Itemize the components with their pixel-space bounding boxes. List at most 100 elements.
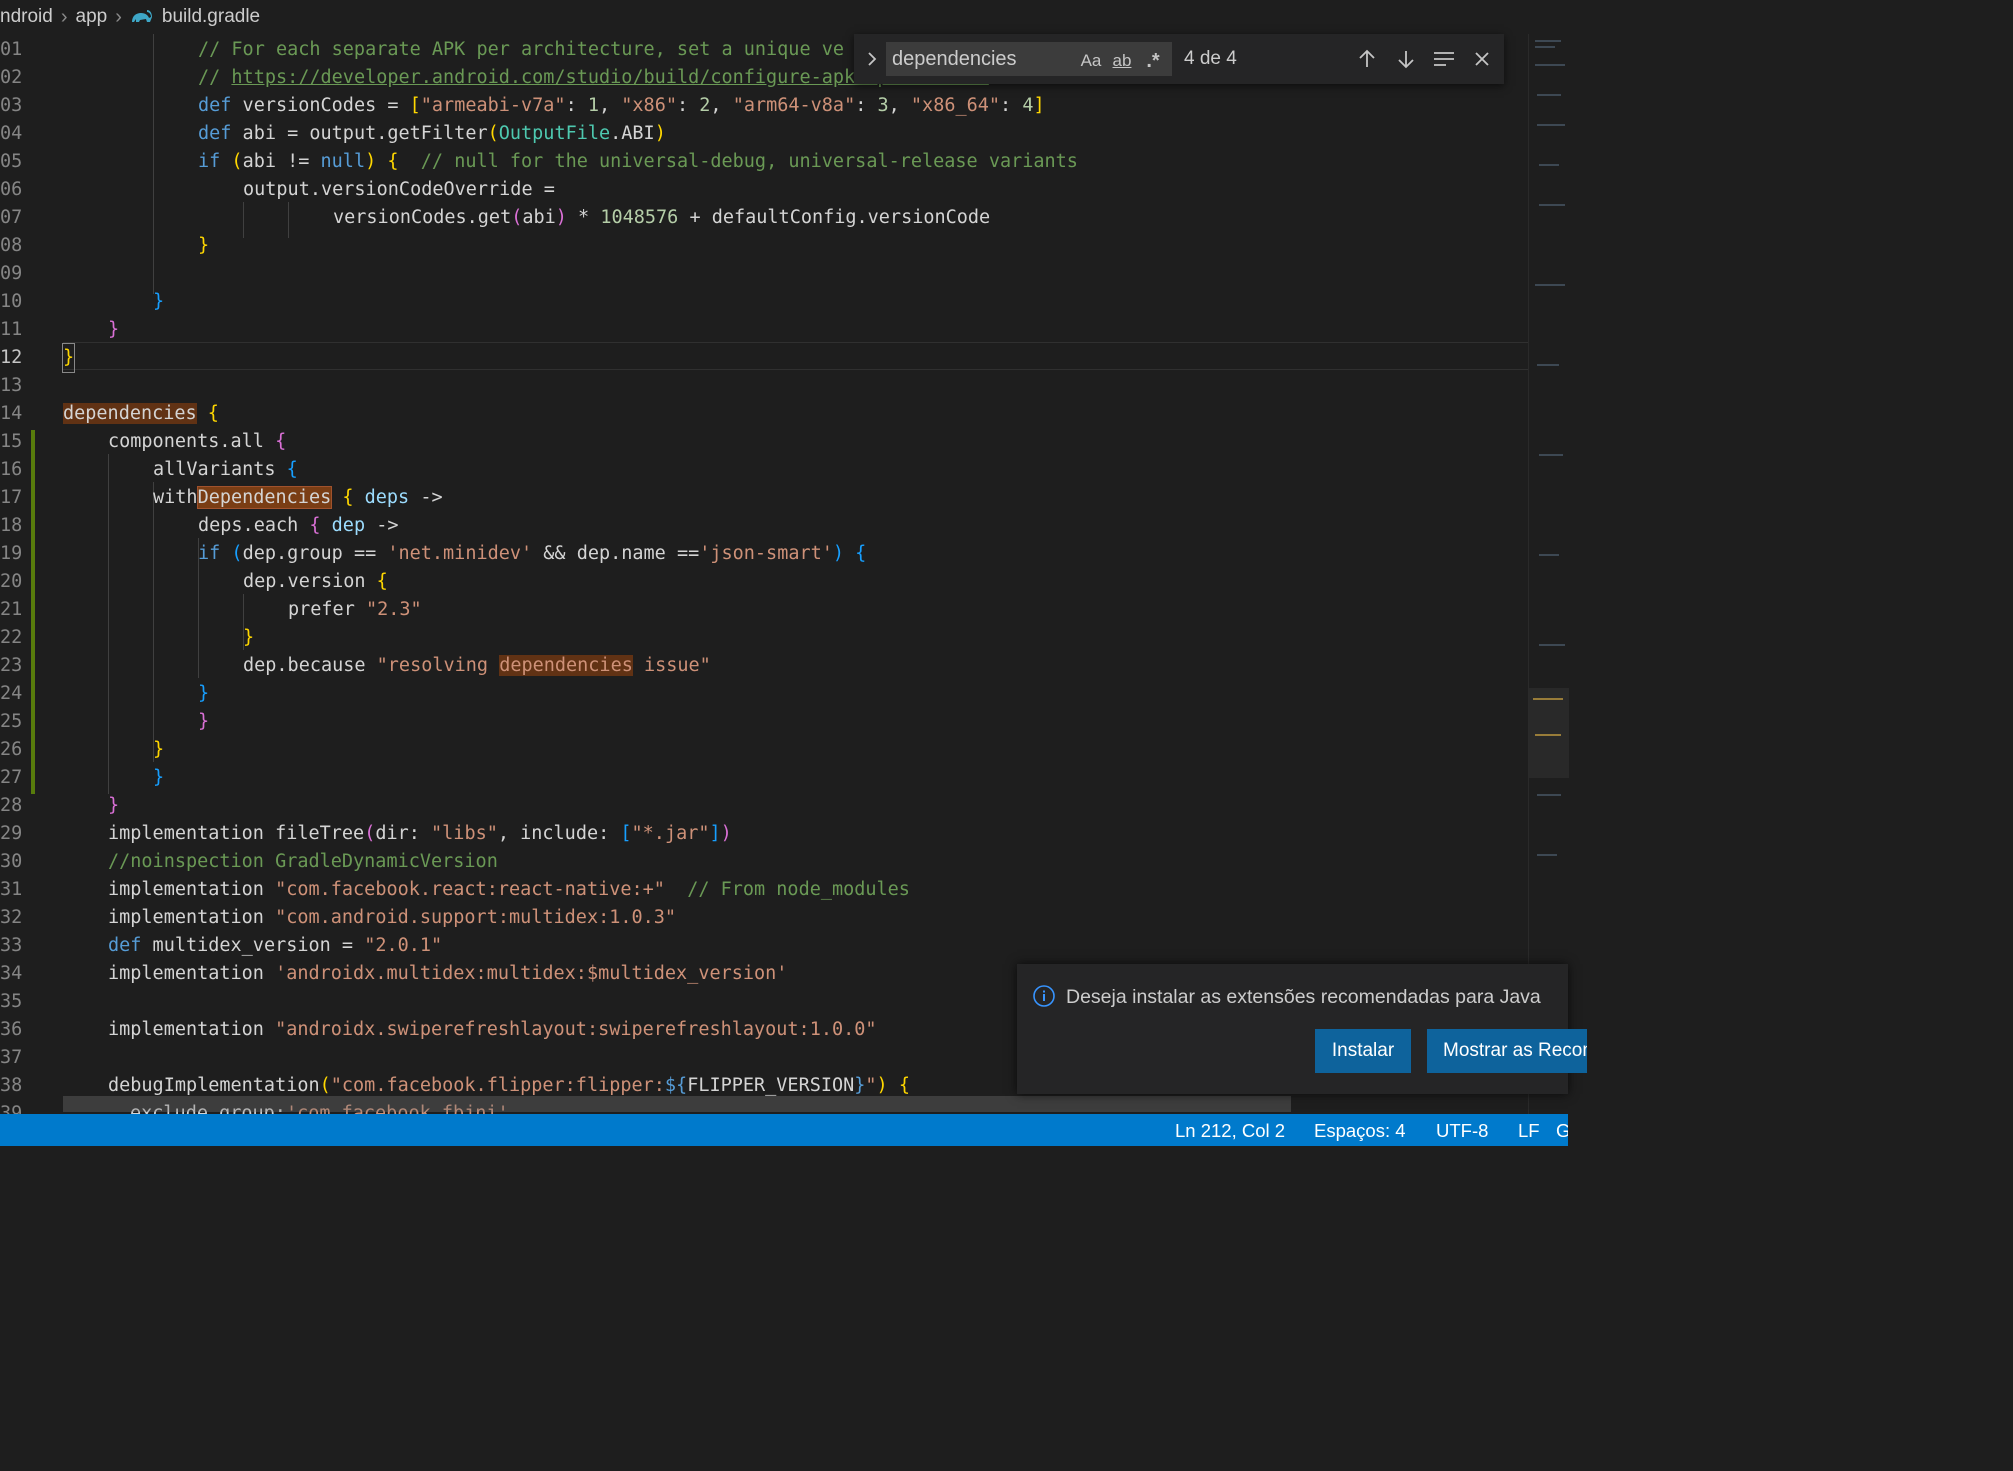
- line-number: 34: [0, 963, 23, 984]
- match-count: 4 de 4: [1184, 48, 1237, 69]
- code-line: 18 deps.each { dep ->: [0, 512, 1528, 540]
- breadcrumb-item-file[interactable]: build.gradle: [162, 6, 260, 28]
- code-line: 33 def multidex_version = "2.0.1": [0, 932, 1528, 960]
- find-input[interactable]: [892, 42, 1072, 76]
- code-line: 03 def versionCodes = ["armeabi-v7a": 1, …: [0, 92, 1528, 120]
- line-number: 13: [0, 375, 23, 396]
- code-line: 15 components.all {: [0, 428, 1528, 456]
- line-number: 26: [0, 739, 23, 760]
- cursor-position[interactable]: Ln 212, Col 2: [1175, 1120, 1285, 1142]
- status-bar: Ln 212, Col 2 Espaços: 4 UTF-8 LF Groovy: [0, 1114, 1568, 1146]
- line-number: 36: [0, 1019, 23, 1040]
- code-line: 17 withDependencies { deps ->: [0, 484, 1528, 512]
- find-widget: Aa ab .* 4 de 4: [854, 34, 1504, 84]
- code-line: 21 prefer "2.3": [0, 596, 1528, 624]
- line-number: 38: [0, 1075, 23, 1096]
- code-line: 20 dep.version {: [0, 568, 1528, 596]
- line-number: 32: [0, 907, 23, 928]
- code-line-current: 12}: [0, 343, 1528, 373]
- install-button[interactable]: Instalar: [1315, 1029, 1411, 1073]
- minimap-slider[interactable]: [1529, 688, 1569, 778]
- info-icon: [1033, 985, 1055, 1007]
- toggle-replace-chevron-icon[interactable]: [858, 34, 886, 84]
- encoding-setting[interactable]: UTF-8: [1436, 1120, 1488, 1142]
- code-line: 16 allVariants {: [0, 456, 1528, 484]
- line-number: 17: [0, 487, 23, 508]
- language-mode[interactable]: Groovy: [1556, 1120, 1568, 1142]
- line-number: 02: [0, 67, 23, 88]
- line-number: 18: [0, 515, 23, 536]
- code-editor[interactable]: 01// For each separate APK per architect…: [0, 34, 1528, 1114]
- code-line: 11}: [0, 316, 1528, 344]
- line-number: 07: [0, 207, 23, 228]
- horizontal-scrollbar[interactable]: [63, 1096, 1291, 1112]
- line-number: 28: [0, 795, 23, 816]
- code-line: 06 output.versionCodeOverride =: [0, 176, 1528, 204]
- breadcrumb-item-android[interactable]: ndroid: [0, 6, 53, 28]
- code-line: 07 versionCodes.get(abi) * 1048576 + defa…: [0, 204, 1528, 232]
- code-line: 30//noinspection GradleDynamicVersion: [0, 848, 1528, 876]
- line-number: 33: [0, 935, 23, 956]
- extension-recommendation-notification: Deseja instalar as extensões recomendada…: [1017, 964, 1587, 1094]
- line-number: 09: [0, 263, 23, 284]
- line-number: 03: [0, 95, 23, 116]
- code-line: 27}: [0, 764, 1528, 792]
- code-line: 19 if (dep.group == 'net.minidev' && dep.…: [0, 540, 1528, 568]
- line-number: 12: [0, 347, 23, 368]
- line-number: 01: [0, 39, 23, 60]
- line-number: 30: [0, 851, 23, 872]
- eol-setting[interactable]: LF: [1518, 1120, 1540, 1142]
- indentation-setting[interactable]: Espaços: 4: [1314, 1120, 1406, 1142]
- close-icon[interactable]: [1468, 45, 1496, 73]
- line-number: 08: [0, 235, 23, 256]
- line-number: 22: [0, 627, 23, 648]
- code-line: 23 dep.because "resolving dependencies is…: [0, 652, 1528, 680]
- line-number: 25: [0, 711, 23, 732]
- line-number: 04: [0, 123, 23, 144]
- chevron-right-icon: ›: [60, 5, 68, 28]
- code-line: 04 def abi = output.getFilter(OutputFile.…: [0, 120, 1528, 148]
- code-line: 22}: [0, 624, 1528, 652]
- gradle-elephant-icon: [131, 10, 152, 22]
- code-line: 13: [0, 372, 1528, 400]
- code-line: 29 implementation fileTree(dir: "libs", i…: [0, 820, 1528, 848]
- code-line: 32 implementation "com.android.support:mu…: [0, 904, 1528, 932]
- line-number: 14: [0, 403, 23, 424]
- code-line: 24}: [0, 680, 1528, 708]
- line-number: 23: [0, 655, 23, 676]
- line-number: 31: [0, 879, 23, 900]
- line-number: 24: [0, 683, 23, 704]
- code-line: 25}: [0, 708, 1528, 736]
- code-line: 09: [0, 260, 1528, 288]
- line-number: 27: [0, 767, 23, 788]
- line-number: 16: [0, 459, 23, 480]
- line-number: 29: [0, 823, 23, 844]
- line-number: 15: [0, 431, 23, 452]
- code-line: 10}: [0, 288, 1528, 316]
- line-number: 21: [0, 599, 23, 620]
- line-number: 39: [0, 1103, 23, 1114]
- notification-message: Deseja instalar as extensões recomendada…: [1066, 986, 1541, 1008]
- breadcrumb-item-app[interactable]: app: [76, 6, 108, 28]
- line-number: 11: [0, 319, 23, 340]
- show-recommendations-button[interactable]: Mostrar as Recomendações: [1427, 1029, 1587, 1073]
- arrow-up-icon[interactable]: [1353, 45, 1381, 73]
- code-line: 26}: [0, 736, 1528, 764]
- minimap[interactable]: [1528, 34, 1569, 1114]
- code-line: 05 if (abi != null) { // null for the uni…: [0, 148, 1528, 176]
- breadcrumb: ndroid › app › build.gradle: [0, 0, 1568, 34]
- regex-toggle[interactable]: .*: [1140, 48, 1166, 74]
- arrow-down-icon[interactable]: [1392, 45, 1420, 73]
- whole-word-toggle[interactable]: ab: [1108, 48, 1136, 74]
- find-in-selection-icon[interactable]: [1430, 45, 1458, 73]
- code-line: 14 dependencies {: [0, 400, 1528, 428]
- line-number: 37: [0, 1047, 23, 1068]
- match-case-toggle[interactable]: Aa: [1078, 48, 1104, 74]
- line-number: 05: [0, 151, 23, 172]
- line-number: 35: [0, 991, 23, 1012]
- line-number: 19: [0, 543, 23, 564]
- find-input-box: Aa ab .*: [886, 42, 1172, 76]
- chevron-right-icon: ›: [115, 5, 122, 28]
- line-number: 06: [0, 179, 23, 200]
- code-line: 08}: [0, 232, 1528, 260]
